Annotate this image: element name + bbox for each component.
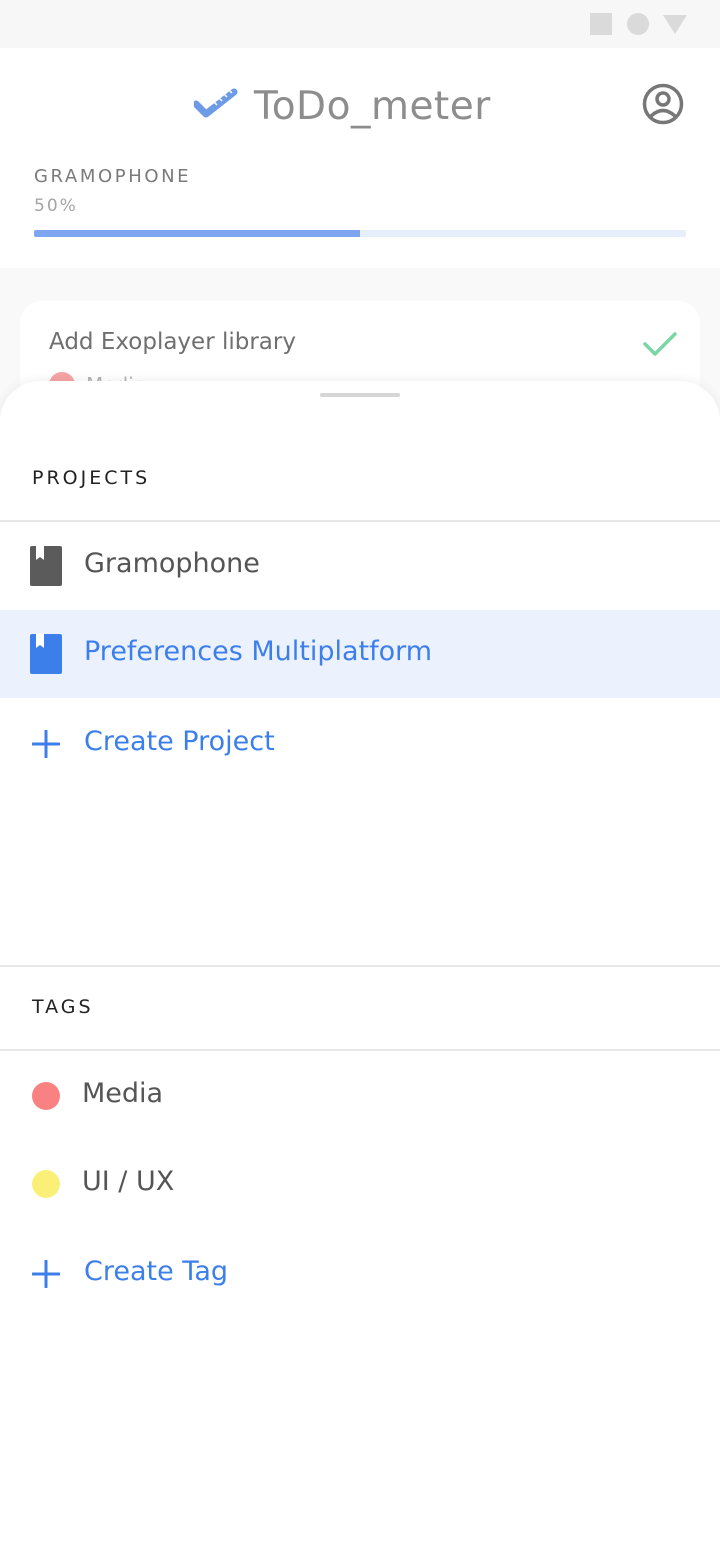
tag-color-dot xyxy=(32,1082,60,1110)
plus-icon xyxy=(32,1260,60,1288)
app-header: ToDo_meter xyxy=(0,48,720,158)
create-project-button[interactable]: Create Project xyxy=(0,700,720,788)
plus-icon xyxy=(32,730,60,758)
tag-item-label: Media xyxy=(82,1078,164,1109)
tag-item-ui-ux[interactable]: UI / UX xyxy=(0,1140,720,1228)
back-icon xyxy=(663,15,687,34)
tag-item-media[interactable]: Media xyxy=(0,1052,720,1140)
project-item-preferences-multiplatform[interactable]: Preferences Multiplatform xyxy=(0,610,720,698)
project-progress-fill xyxy=(34,230,360,237)
book-icon xyxy=(30,546,62,586)
screen: ToDo_meter GRAMOPHONE 50% Add Exoplayer … xyxy=(0,0,720,1552)
divider xyxy=(0,1049,720,1051)
project-progress-bar xyxy=(34,230,686,237)
project-item-label: Preferences Multiplatform xyxy=(84,636,433,667)
recents-icon xyxy=(590,13,612,35)
tag-color-dot xyxy=(32,1170,60,1198)
account-circle-icon[interactable] xyxy=(642,83,684,125)
project-item-gramophone[interactable]: Gramophone xyxy=(0,522,720,610)
drag-handle[interactable] xyxy=(320,393,400,397)
project-item-label: Gramophone xyxy=(84,548,260,579)
top-area: ToDo_meter GRAMOPHONE 50% xyxy=(0,48,720,268)
divider xyxy=(0,965,720,967)
app-title: ToDo_meter xyxy=(254,84,491,129)
book-icon xyxy=(30,634,62,674)
check-icon[interactable] xyxy=(642,329,678,359)
tag-item-label: UI / UX xyxy=(82,1166,175,1197)
current-project-name: GRAMOPHONE xyxy=(34,166,192,187)
home-icon xyxy=(627,13,649,35)
create-project-label: Create Project xyxy=(84,726,275,757)
projects-header: PROJECTS xyxy=(32,467,151,489)
task-title: Add Exoplayer library xyxy=(49,329,296,355)
project-progress-text: 50% xyxy=(34,196,78,216)
create-tag-label: Create Tag xyxy=(84,1256,229,1287)
bottom-sheet: PROJECTS Gramophone Preferences Multipla… xyxy=(0,381,720,1552)
tags-header: TAGS xyxy=(32,996,94,1018)
create-tag-button[interactable]: Create Tag xyxy=(0,1230,720,1318)
status-bar xyxy=(0,0,720,48)
ruler-check-icon xyxy=(194,88,238,118)
